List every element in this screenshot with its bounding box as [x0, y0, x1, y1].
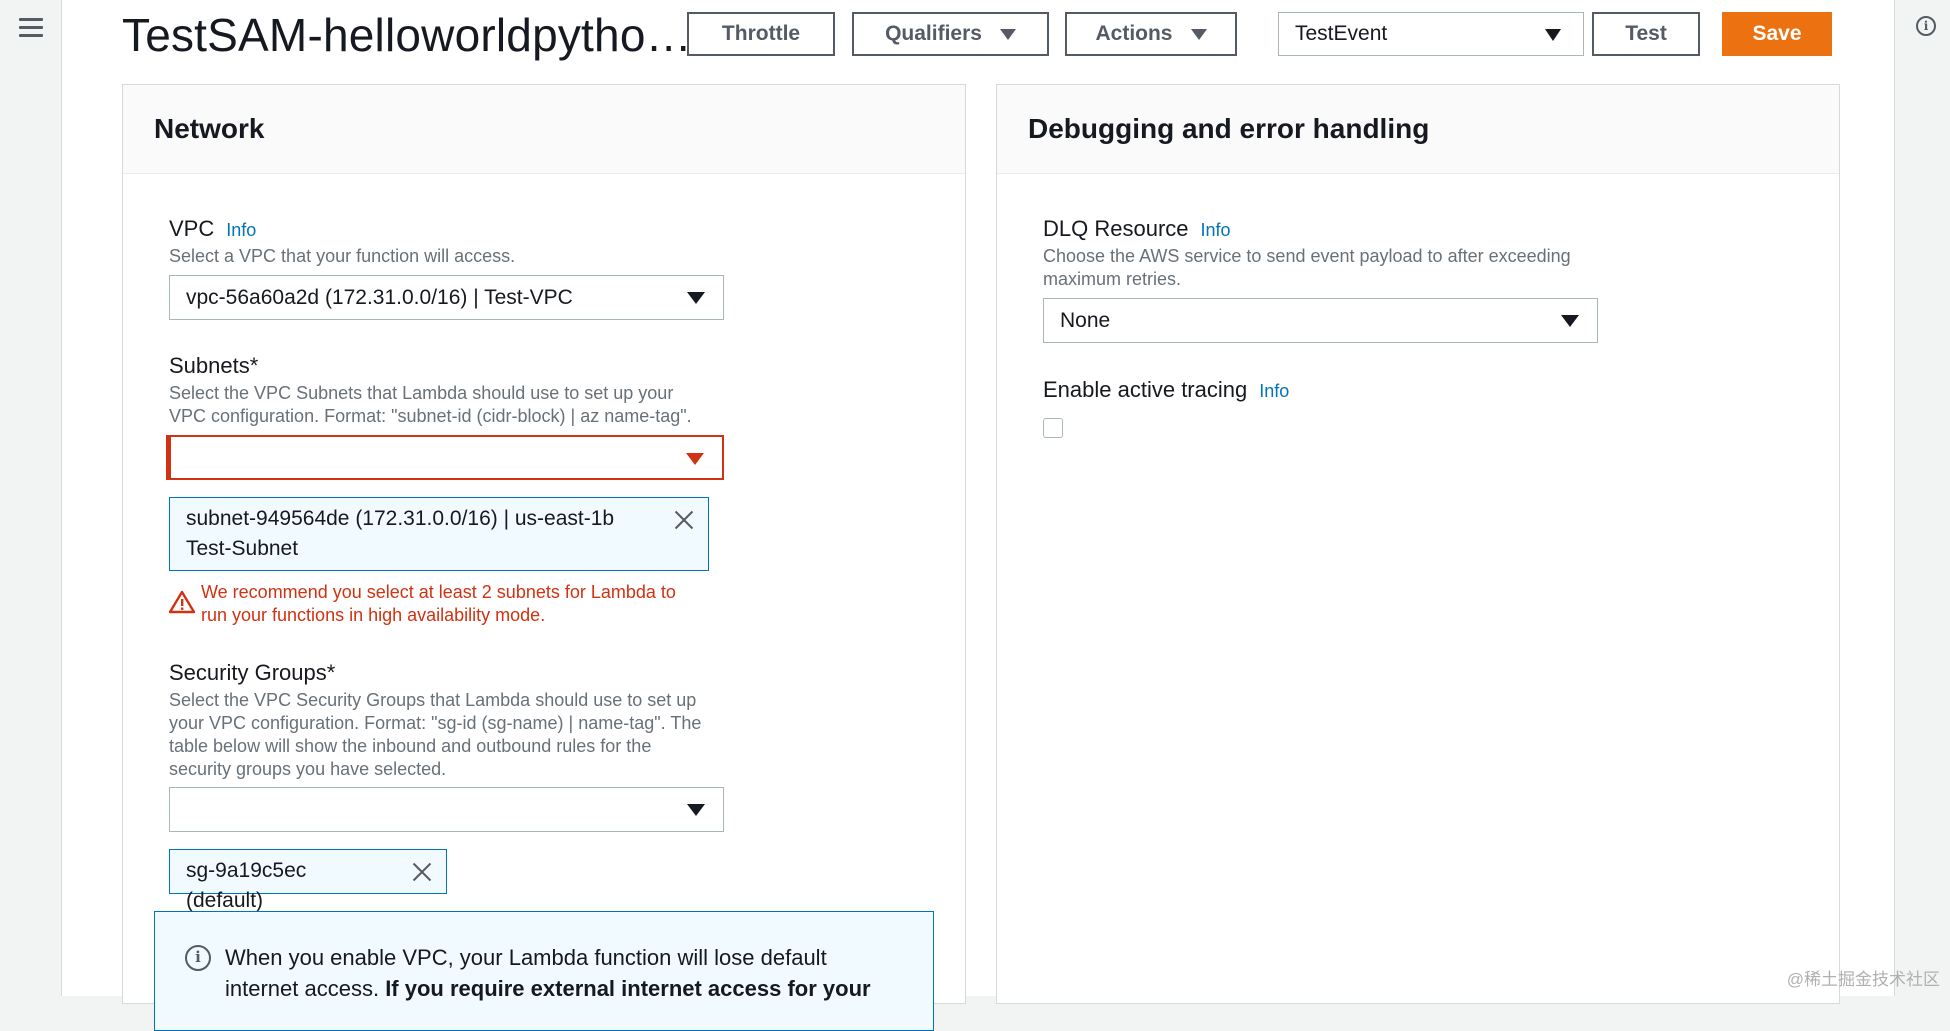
subnets-warning-line: We recommend you select at least 2 subne… [201, 582, 676, 602]
caret-down-icon [686, 453, 704, 465]
hamburger-menu-icon[interactable] [19, 18, 43, 38]
security-groups-select[interactable] [169, 787, 724, 832]
debugging-heading: Debugging and error handling [997, 85, 1839, 174]
vpc-info-link[interactable]: Info [226, 220, 256, 240]
save-button-label: Save [1752, 22, 1802, 45]
dlq-description: Choose the AWS service to send event pay… [1043, 245, 1571, 291]
subnets-description-line: VPC configuration. Format: "subnet-id (c… [169, 406, 692, 426]
qualifiers-button[interactable]: Qualifiers [852, 12, 1049, 56]
alert-text-regular: internet access. [225, 976, 386, 1001]
security-groups-description-line: Select the VPC Security Groups that Lamb… [169, 690, 697, 710]
test-button[interactable]: Test [1592, 12, 1700, 56]
save-button[interactable]: Save [1722, 12, 1832, 56]
active-tracing-label-text: Enable active tracing [1043, 377, 1248, 402]
qualifiers-button-label: Qualifiers [885, 22, 982, 45]
vpc-internet-alert: i When you enable VPC, your Lambda funct… [154, 911, 934, 1031]
vpc-description: Select a VPC that your function will acc… [169, 246, 516, 266]
watermark: @稀土掘金技术社区 [1786, 970, 1940, 989]
active-tracing-checkbox[interactable] [1043, 418, 1063, 438]
info-icon: i [185, 945, 211, 971]
vpc-select-value: vpc-56a60a2d (172.31.0.0/16) | Test-VPC [186, 286, 573, 309]
network-panel: Network VPC Info Select a VPC that your f… [122, 84, 966, 1031]
security-groups-description-line: your VPC configuration. Format: "sg-id (… [169, 713, 702, 733]
network-heading: Network [123, 85, 965, 174]
active-tracing-info-link[interactable]: Info [1259, 381, 1289, 401]
caret-down-icon [999, 28, 1016, 40]
debugging-panel: Debugging and error handling DLQ Resourc… [996, 84, 1840, 1004]
subnets-warning: We recommend you select at least 2 subne… [201, 581, 676, 627]
caret-down-icon [687, 804, 705, 816]
subnets-description-line: Select the VPC Subnets that Lambda shoul… [169, 383, 674, 403]
subnets-description: Select the VPC Subnets that Lambda shoul… [169, 382, 692, 428]
security-groups-description-line: table below will show the inbound and ou… [169, 736, 652, 756]
subnets-select[interactable] [169, 435, 724, 480]
vpc-select[interactable]: vpc-56a60a2d (172.31.0.0/16) | Test-VPC [169, 275, 724, 320]
test-event-select[interactable]: TestEvent [1278, 12, 1584, 56]
caret-down-icon [1561, 315, 1579, 327]
warning-icon [169, 590, 195, 614]
actions-button-label: Actions [1095, 22, 1173, 45]
subnet-token-line: subnet-949564de (172.31.0.0/16) | us-eas… [186, 507, 615, 530]
dlq-info-link[interactable]: Info [1201, 220, 1231, 240]
dlq-label: DLQ Resource Info [1043, 216, 1231, 242]
page-title: TestSAM-helloworldpytho… [122, 9, 692, 61]
main-content: TestSAM-helloworldpytho… Throttle Qualif… [62, 0, 1894, 1031]
test-button-label: Test [1625, 22, 1667, 45]
vpc-label-text: VPC [169, 216, 215, 241]
security-groups-description: Select the VPC Security Groups that Lamb… [169, 689, 701, 781]
security-group-token: sg-9a19c5ec (default) [169, 849, 447, 912]
dlq-resource-select-value: None [1060, 309, 1111, 332]
caret-down-icon [687, 292, 705, 304]
vpc-label: VPC Info [169, 216, 256, 242]
caret-down-icon [1545, 29, 1561, 41]
dlq-resource-select[interactable]: None [1043, 298, 1598, 343]
remove-security-group-close-icon[interactable] [410, 860, 434, 884]
subnet-token-line: Test-Subnet [186, 537, 299, 560]
alert-text-line: When you enable VPC, your Lambda functio… [225, 945, 827, 970]
dlq-description-line: Choose the AWS service to send event pay… [1043, 246, 1571, 266]
test-event-select-value: TestEvent [1295, 22, 1388, 45]
dlq-description-line: maximum retries. [1043, 269, 1182, 289]
dlq-label-text: DLQ Resource [1043, 216, 1189, 241]
throttle-button[interactable]: Throttle [687, 12, 835, 56]
caret-down-icon [1190, 28, 1207, 40]
security-groups-label: Security Groups* [169, 660, 336, 685]
security-group-token-text: sg-9a19c5ec (default) [186, 859, 307, 912]
alert-text-bold: If you require external internet access … [385, 976, 871, 1001]
throttle-button-label: Throttle [721, 22, 801, 45]
subnets-warning-line: run your functions in high availability … [201, 605, 546, 625]
subnets-label: Subnets* [169, 353, 259, 378]
active-tracing-label: Enable active tracing Info [1043, 377, 1289, 403]
remove-subnet-close-icon[interactable] [672, 508, 696, 532]
subnet-token: subnet-949564de (172.31.0.0/16) | us-eas… [169, 497, 709, 571]
help-info-icon[interactable]: i [1916, 16, 1936, 36]
actions-button[interactable]: Actions [1065, 12, 1237, 56]
left-nav-rail [0, 0, 62, 996]
security-groups-description-line: security groups you have selected. [169, 759, 447, 779]
right-help-rail: i [1894, 0, 1950, 996]
alert-text-line: internet access. If you require external… [225, 973, 913, 1004]
